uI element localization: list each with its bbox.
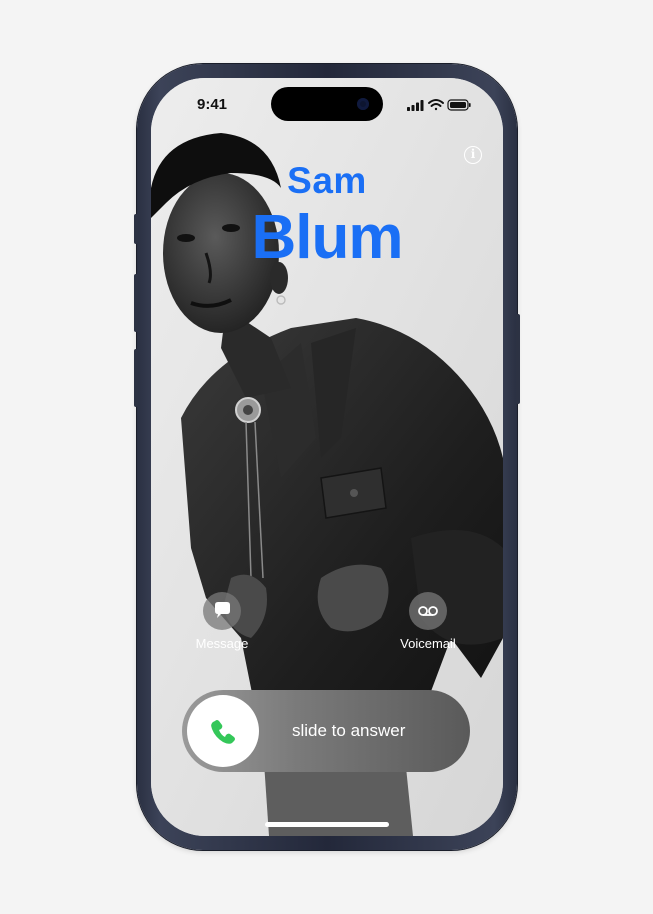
incoming-call-screen: 9:41 i Sam Blum Message Voicemail slide …	[151, 78, 503, 836]
message-button[interactable]	[203, 592, 241, 630]
status-icons	[407, 99, 471, 111]
iphone-frame: 9:41 i Sam Blum Message Voicemail slide …	[134, 64, 520, 850]
answer-slider-knob[interactable]	[187, 695, 259, 767]
answer-slider[interactable]: slide to answer	[182, 690, 470, 772]
message-action[interactable]: Message	[189, 592, 255, 651]
volume-down-button	[134, 349, 138, 407]
message-bubble-icon	[215, 602, 230, 618]
message-label: Message	[195, 636, 249, 651]
volume-up-button	[134, 274, 138, 332]
voicemail-button[interactable]	[409, 592, 447, 630]
voicemail-icon	[418, 606, 438, 616]
caller-first-name: Sam	[287, 160, 367, 201]
home-indicator	[265, 822, 389, 827]
battery-icon	[447, 99, 471, 111]
wifi-icon	[428, 99, 444, 111]
front-camera-icon	[357, 98, 369, 110]
dynamic-island	[271, 87, 383, 121]
voicemail-action[interactable]: Voicemail	[393, 592, 463, 651]
side-button	[516, 314, 520, 404]
status-time: 9:41	[197, 96, 228, 113]
slide-to-answer-label: slide to answer	[292, 721, 406, 740]
cellular-signal-icon	[407, 100, 424, 111]
phone-icon	[211, 720, 235, 744]
info-icon: i	[470, 147, 476, 161]
caller-last-name: Blum	[251, 203, 404, 272]
voicemail-label: Voicemail	[400, 636, 456, 651]
action-button	[134, 214, 138, 244]
